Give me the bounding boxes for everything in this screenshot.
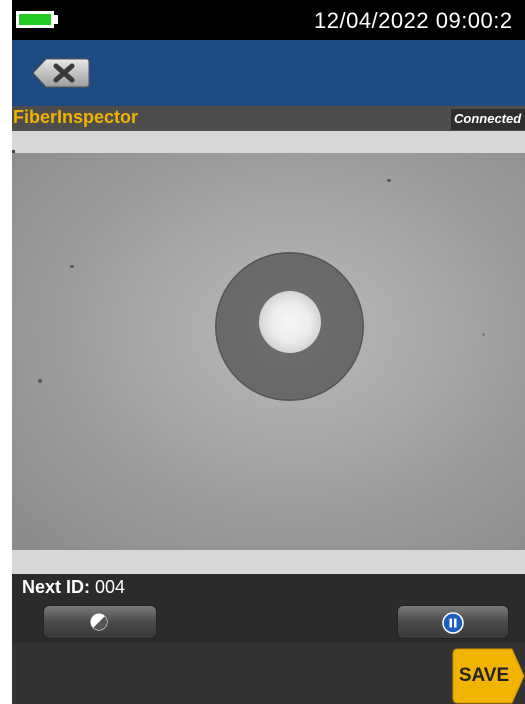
fiber-cladding xyxy=(217,254,362,399)
connection-status: Connected xyxy=(454,111,522,126)
status-bar: 12/04/2022 09:00:2 xyxy=(12,0,525,40)
footer-bar: SAVE xyxy=(12,643,525,704)
debris-speck xyxy=(38,379,42,383)
save-button[interactable]: SAVE xyxy=(452,648,525,704)
next-id-value: 004 xyxy=(95,577,126,597)
date-time: 12/04/2022 09:00:2 xyxy=(314,8,513,33)
battery-tip xyxy=(54,15,58,24)
connection-badge: Connected xyxy=(451,109,525,130)
next-id: Next ID: 004 xyxy=(22,577,125,598)
contrast-button[interactable] xyxy=(43,605,157,639)
back-delete-icon xyxy=(32,58,90,88)
debris-speck xyxy=(70,265,74,268)
save-label: SAVE xyxy=(458,665,510,686)
pause-icon xyxy=(442,612,464,634)
app-title: FiberInspector xyxy=(13,107,139,127)
header-bar xyxy=(12,40,525,106)
inspection-image-frame xyxy=(12,131,525,574)
next-id-label: Next ID: xyxy=(22,577,91,597)
device-screen: 12/04/2022 09:00:2 FiberInspector Connec… xyxy=(12,0,525,704)
debris-speck xyxy=(387,179,391,182)
fiber-endface-view xyxy=(12,153,525,550)
battery-level xyxy=(19,14,51,25)
image-bottom-strip xyxy=(12,550,525,574)
title-bar: FiberInspector Connected xyxy=(12,106,525,131)
fiber-core xyxy=(259,291,321,353)
contrast-icon xyxy=(90,613,108,631)
back-button[interactable] xyxy=(32,58,90,88)
pause-button[interactable] xyxy=(397,605,509,639)
debris-speck xyxy=(482,333,485,336)
battery-icon xyxy=(16,11,54,28)
image-top-strip xyxy=(12,131,525,153)
